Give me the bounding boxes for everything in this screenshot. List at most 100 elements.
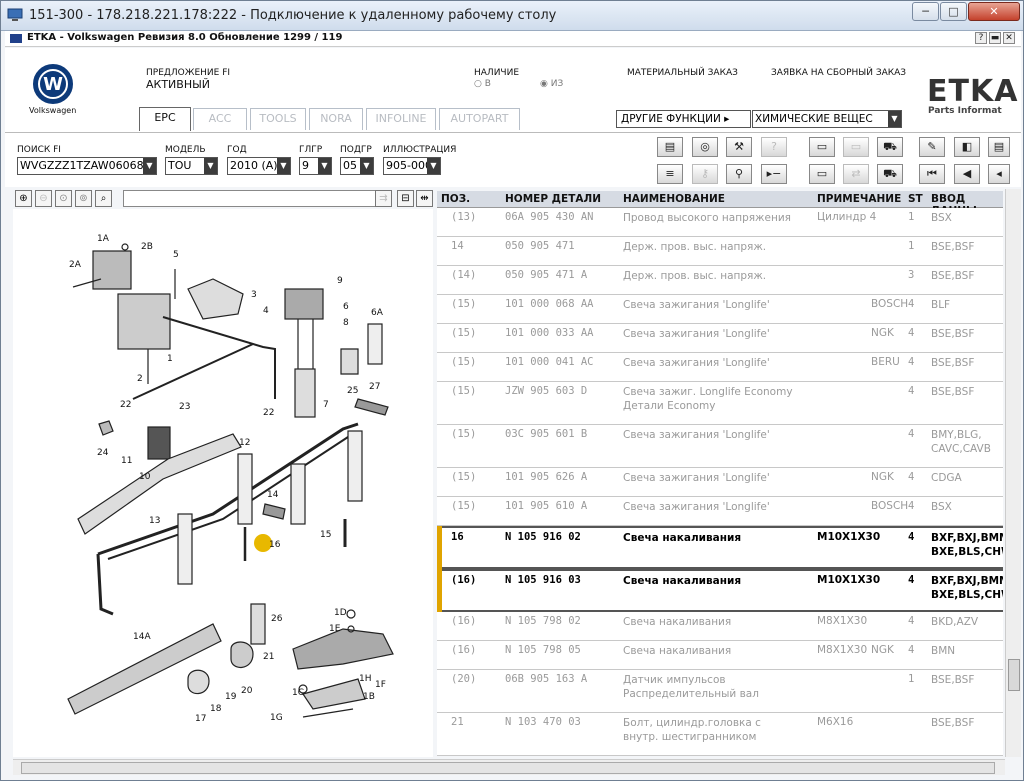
chevron-down-icon[interactable]: ▼ (143, 158, 156, 174)
page-icon[interactable]: ▤ (988, 137, 1010, 157)
exploded-diagram[interactable]: 1A 2B 2A 5 34 9 6 8 1 6A 2 25 27 23 22 22 7 24 11 12 10 13 14 1… (13, 209, 433, 757)
table-row[interactable]: (20) 06B 905 163 A Датчик импульсов Распре… (437, 670, 1003, 713)
diagram-callout[interactable]: 27 (369, 382, 380, 392)
table-row[interactable]: (16) N 105 916 03 Свеча накаливания M10X1X3… (437, 569, 1003, 612)
zoom-in-icon[interactable]: ⊕ (15, 190, 32, 207)
diagram-callout[interactable]: 15 (320, 530, 331, 540)
rdp-minimize-button[interactable]: ─ (912, 2, 939, 21)
key-icon[interactable]: ⚷ (692, 164, 718, 184)
chevron-down-icon[interactable]: ▼ (277, 158, 290, 174)
col-st[interactable]: ST (908, 193, 923, 205)
col-pos[interactable]: ПОЗ. (441, 193, 470, 205)
diagram-callout[interactable]: 5 (173, 250, 179, 260)
horizontal-scrollbar[interactable] (13, 759, 1005, 775)
model-select[interactable]: TOU ▼ (165, 157, 218, 175)
chevron-down-icon[interactable]: ▼ (204, 158, 217, 174)
rdp-close-button[interactable]: ✕ (968, 2, 1020, 21)
tab-tools[interactable]: TOOLS (250, 108, 306, 130)
tab-autopart[interactable]: AUTOPART (439, 108, 520, 130)
diagram-callout[interactable]: 18 (210, 704, 222, 714)
diagram-callout[interactable]: 17 (195, 714, 206, 724)
diagram-callout[interactable]: 1C (292, 688, 304, 698)
diagram-callout[interactable]: 14 (267, 490, 279, 500)
help-icon[interactable]: ? (761, 137, 787, 157)
diagram-callout[interactable]: 22 (263, 408, 274, 418)
elsa-icon[interactable]: ▭ (809, 137, 835, 157)
diagram-callout[interactable]: 1D (334, 608, 347, 618)
diagram-callout[interactable]: 3 (251, 290, 257, 300)
diagram-callout[interactable]: 4 (263, 306, 269, 316)
diagram-callout[interactable]: 23 (179, 402, 190, 412)
rdp-maximize-button[interactable]: □ (940, 2, 967, 21)
col-note[interactable]: ПРИМЕЧАНИЕ (817, 193, 901, 205)
diagram-callout[interactable]: 6 (343, 302, 349, 312)
diagram-callout[interactable]: 6A (371, 308, 384, 318)
cart-add-icon[interactable]: ⛟ (877, 164, 903, 184)
first-page-icon[interactable]: ⏮ (919, 164, 945, 184)
table-row[interactable]: (16) N 105 798 02 Свеча накаливания M8X1X30… (437, 612, 1003, 641)
diagram-callout[interactable]: 2 (137, 374, 143, 384)
table-row[interactable]: (14) 050 905 471 A Держ. пров. выс. напряж… (437, 266, 1003, 295)
diagram-callout[interactable]: 8 (343, 318, 349, 328)
diagram-callout[interactable]: 1H (359, 674, 372, 684)
parts-illustration[interactable]: 1A 2B 2A 5 3 4 9 6 8 1 6A 2 25 27 23 22 22 7 24 11 12 10 13 14 1… (13, 209, 433, 757)
diagram-callout[interactable]: 14A (133, 632, 151, 642)
export-icon[interactable]: ⇉ (375, 190, 392, 207)
diagram-callout[interactable]: 21 (263, 652, 274, 662)
table-row[interactable]: (15) 03C 905 601 B Свеча зажигания 'Longli… (437, 425, 1003, 468)
illustration-select[interactable]: 905-000 ▼ (383, 157, 441, 175)
horizontal-scroll-thumb[interactable] (21, 762, 995, 774)
zoom-out-icon[interactable]: ⊖ (35, 190, 52, 207)
diagram-callout[interactable]: 22 (120, 400, 131, 410)
pin-icon[interactable]: ✎ (919, 137, 945, 157)
radio-v[interactable]: ○ В (474, 79, 491, 89)
tab-nora[interactable]: NORA (309, 108, 363, 130)
list-icon[interactable]: ≡ (657, 164, 683, 184)
diagram-callout[interactable]: 1A (97, 234, 110, 244)
glgr-select[interactable]: 9 ▼ (299, 157, 332, 175)
material-order-link[interactable]: МАТЕРИАЛЬНЫЙ ЗАКАЗ (627, 68, 738, 78)
app-minimize-button[interactable]: ▬ (989, 32, 1001, 44)
chevron-down-icon[interactable]: ▼ (427, 158, 440, 174)
diagram-callout[interactable]: 1B (363, 692, 375, 702)
tools-icon[interactable]: ⚒ (726, 137, 752, 157)
diagram-callout[interactable]: 26 (271, 614, 283, 624)
diagram-callout[interactable]: 1G (270, 713, 283, 723)
document-icon[interactable]: ▭ (809, 164, 835, 184)
diagram-callout[interactable]: 12 (239, 438, 250, 448)
col-part-number[interactable]: НОМЕР ДЕТАЛИ (505, 193, 601, 205)
diagram-callout[interactable]: 20 (241, 686, 253, 696)
year-select[interactable]: 2010 (A) ▼ (227, 157, 291, 175)
tab-infoline[interactable]: INFOLINE (366, 108, 436, 130)
table-row[interactable]: 21 N 103 470 03 Болт, цилиндр.головка с вн… (437, 713, 1003, 756)
radio-iz[interactable]: ◉ ИЗ (540, 79, 563, 89)
diagram-callout[interactable]: 13 (149, 516, 160, 526)
diagram-callout[interactable]: 10 (139, 472, 151, 482)
diagram-callout[interactable]: 25 (347, 386, 358, 396)
table-row[interactable]: (13) 06A 905 430 AN Провод высокого напряж… (437, 208, 1003, 237)
prev-icon[interactable]: ◂ (988, 164, 1010, 184)
prev-page-icon[interactable]: ◀ (954, 164, 980, 184)
podgr-select[interactable]: 05 ▼ (340, 157, 374, 175)
table-row[interactable]: (15) 101 000 068 AA Свеча зажигания 'Longl… (437, 295, 1003, 324)
table-row[interactable]: (16) N 105 798 05 Свеча накаливания M8X1X30… (437, 641, 1003, 670)
tab-acc[interactable]: ACC (193, 108, 247, 130)
page-back-icon[interactable]: ◧ (954, 137, 980, 157)
table-row[interactable]: 14 050 905 471 Держ. пров. выс. напряж. 1 BS… (437, 237, 1003, 266)
dispo-icon[interactable]: ▭ (843, 137, 869, 157)
magnifier-icon[interactable]: ⌕ (95, 190, 112, 207)
diagram-callout[interactable]: 9 (337, 276, 343, 286)
zoom-area-icon[interactable]: ⊚ (75, 190, 92, 207)
cart-icon[interactable]: ⛟ (877, 137, 903, 157)
app-help-button[interactable]: ? (975, 32, 987, 44)
table-row[interactable]: (15) 101 000 041 AC Свеча зажигания 'Longl… (437, 353, 1003, 382)
vertical-scrollbar[interactable] (1005, 189, 1021, 757)
diagram-callout[interactable]: 1E (329, 624, 341, 634)
table-row[interactable]: (15) 101 000 033 AA Свеча зажигания 'Longl… (437, 324, 1003, 353)
search-fi-input[interactable]: WVGZZZ1TZAW06068 ▼ (17, 157, 157, 175)
diagram-callout[interactable]: 2A (69, 260, 82, 270)
assembly-order-link[interactable]: ЗАЯВКА НА СБОРНЫЙ ЗАКАЗ (771, 68, 906, 78)
print-icon[interactable]: ▤ (657, 137, 683, 157)
chevron-down-icon[interactable]: ▼ (888, 111, 901, 127)
diagram-callout[interactable]: 2B (141, 242, 153, 252)
